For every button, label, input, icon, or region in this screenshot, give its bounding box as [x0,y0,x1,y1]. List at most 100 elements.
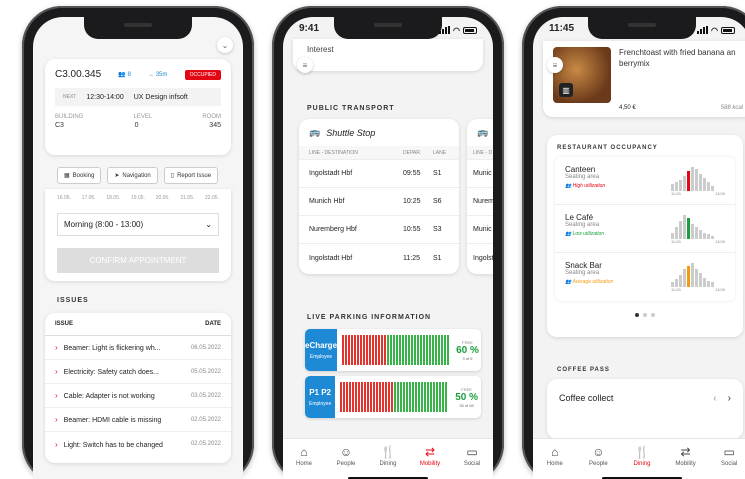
building-icon: ▥ [559,83,573,97]
parking-label: eCharge Employee [305,329,338,371]
parking-label: P1 P2 Employee [305,376,336,418]
navigation-button[interactable]: ➤ Navigation [107,167,158,184]
parking-stripe [357,335,360,365]
histogram-bar [699,273,702,287]
parking-stripe [361,382,364,412]
timetable-row[interactable]: Munich Hbf 10:25 S6 [299,188,459,216]
tab-dining[interactable]: 🍴 Dining [624,445,660,479]
issues-card: ISSUE DATE › Beamer: Light is flickering w… [45,313,231,463]
tab-home[interactable]: ⌂ Home [537,445,573,479]
parking-percent: FREE 60 % 3 of 5 [456,339,479,361]
parking-stripe [355,382,358,412]
navigation-icon: ➤ [114,173,120,179]
pager-dots[interactable] [547,313,743,317]
tab-home[interactable]: ⌂ Home [286,445,322,479]
menu-button[interactable]: ≡ [297,57,313,73]
date-strip[interactable]: 16.05. 17.05. 18.05. 19.05. 20.05. 21.05. 22.0… [57,195,219,201]
parking-stripe [403,382,406,412]
parking-stripe [360,335,363,365]
report-issue-button[interactable]: ▯ Report Issue [163,167,219,184]
histogram-bar [671,282,674,287]
histogram-bar [691,167,694,191]
food-card[interactable]: ▥ Frenchtoast with fried banana an berry… [543,41,745,117]
coffee-card[interactable]: Coffee collect ‹ › [547,379,743,439]
shuttle-header: 🚌 Shuttle Stop [309,127,376,138]
histogram-bar [679,180,682,191]
parking-stripe [399,335,402,365]
histogram-bar [687,218,690,239]
histogram-bar [711,236,714,239]
histogram-bar [687,266,690,287]
restaurant-row[interactable]: Snack Bar Seating area 👥 Average utilizati… [555,253,735,301]
parking-stripes [335,376,452,418]
parking-stripes [337,329,454,371]
confirm-button[interactable]: CONFIRM APPOINTMENT [57,248,219,273]
parking-stripe [444,335,447,365]
tab-dining[interactable]: 🍴 Dining [370,445,406,479]
chevron-left-icon[interactable]: ‹ [713,393,716,404]
issue-row[interactable]: › Beamer: Light is flickering wh... 06.05.… [45,336,231,360]
tab-mobility[interactable]: ⇄ Mobility [412,445,448,479]
timetable-row[interactable]: Nuremberg Hbf 10:55 S3 [299,216,459,244]
issue-row[interactable]: › Light: Switch has to be changed 02.05.20… [45,432,231,456]
parking-item[interactable]: eCharge Employee FREE 60 % 3 of 5 [305,329,481,371]
tab-people[interactable]: ☺ People [580,445,616,479]
parking-stripe [409,382,412,412]
chevron-right-icon: › [55,367,58,376]
timetable-row[interactable]: Ingolstadt Hbf 11:25 S1 [299,244,459,272]
parking-stripe [358,382,361,412]
issues-title: ISSUES [57,297,89,304]
histogram-bar [703,178,706,191]
issue-row[interactable]: › Cable: Adapter is not working 03.05.2022 [45,384,231,408]
histogram-bar [691,263,694,287]
shuttle-card: 🚌 Shuttle Stop LINE - DESTINATION DEPAR. LA… [299,119,459,274]
restaurant-row[interactable]: Canteen Seating area 👥 High utilization 11… [555,157,735,205]
bus-icon: 🚌 [477,127,489,137]
tab-mobility[interactable]: ⇄ Mobility [668,445,704,479]
tab-social[interactable]: ▭ Social [454,445,490,479]
parking-stripe [438,335,441,365]
chevron-right-icon: › [55,439,58,449]
parking-stripe [382,382,385,412]
second-transport-card[interactable]: 🚌 LINE - D Munic Nurem Munic Ingolst [467,119,493,274]
issue-row[interactable]: › Beamer: HDMI cable is missing 02.05.2022 [45,408,231,432]
menu-button[interactable]: ≡ [547,57,563,73]
phone-1-screen: ⌄ C3.00.345 👥 8 → 35m OCCUPIED NEXT 12:3… [33,17,243,479]
phone-2-screen: 9:41 ◠ Interest ≡ PUBLIC TRANSPORT 🚌 Shut… [283,17,493,479]
chevron-down-icon: ⌄ [221,40,229,50]
parking-percent: FREE 50 % 30 of 60 [455,386,478,408]
booking-card: 16.05. 17.05. 18.05. 19.05. 20.05. 21.05. 22.0… [45,189,231,281]
slot-select[interactable]: Morning (8:00 - 13:00) ⌄ [57,213,219,236]
parking-stripe [432,335,435,365]
parking-list: eCharge Employee FREE 60 % 3 of 5 P1 P2 Empl… [305,329,481,423]
parking-stripe [418,382,421,412]
home-icon: ⌂ [551,445,559,459]
parking-stripe [426,335,429,365]
parking-stripe [421,382,424,412]
parking-item[interactable]: P1 P2 Employee FREE 50 % 30 of 60 [305,376,481,418]
booking-button[interactable]: ▦ Booking [57,167,102,184]
phone-3: 11:45 ◠ ▥ Frenchtoast with fried banana … [522,6,745,479]
utilization-label: 👥 Average utilization [565,279,614,285]
tab-people[interactable]: ☺ People [328,445,364,479]
timetable-row[interactable]: Ingolstadt Hbf 09:55 S1 [299,160,459,188]
occupancy-histogram [671,165,725,191]
parking-stripe [429,335,432,365]
occupancy-histogram [671,261,725,287]
tab-social[interactable]: ▭ Social [711,445,745,479]
issue-row[interactable]: › Electricity: Safety catch does... 05.05.… [45,360,231,384]
timetable-header: LINE - DESTINATION DEPAR. LANE [299,146,459,160]
book-icon: ▯ [170,173,175,179]
battery-icon [721,26,735,34]
histogram-bar [671,184,674,191]
food-title: Frenchtoast with fried banana an berrymi… [619,48,736,68]
histogram-bar [703,278,706,287]
room-actions: ▦ Booking ➤ Navigation ▯ Report Issue [57,167,219,184]
collapse-button[interactable]: ⌄ [217,37,233,53]
restaurant-row[interactable]: Le Café Seating area 👥 Low utilization 11:… [555,205,735,253]
chevron-right-icon[interactable]: › [728,393,731,404]
phone-2: 9:41 ◠ Interest ≡ PUBLIC TRANSPORT 🚌 Shut… [272,6,504,479]
chevron-down-icon: ⌄ [205,220,212,229]
histogram-bar [711,186,714,191]
signal-icon [439,26,451,34]
